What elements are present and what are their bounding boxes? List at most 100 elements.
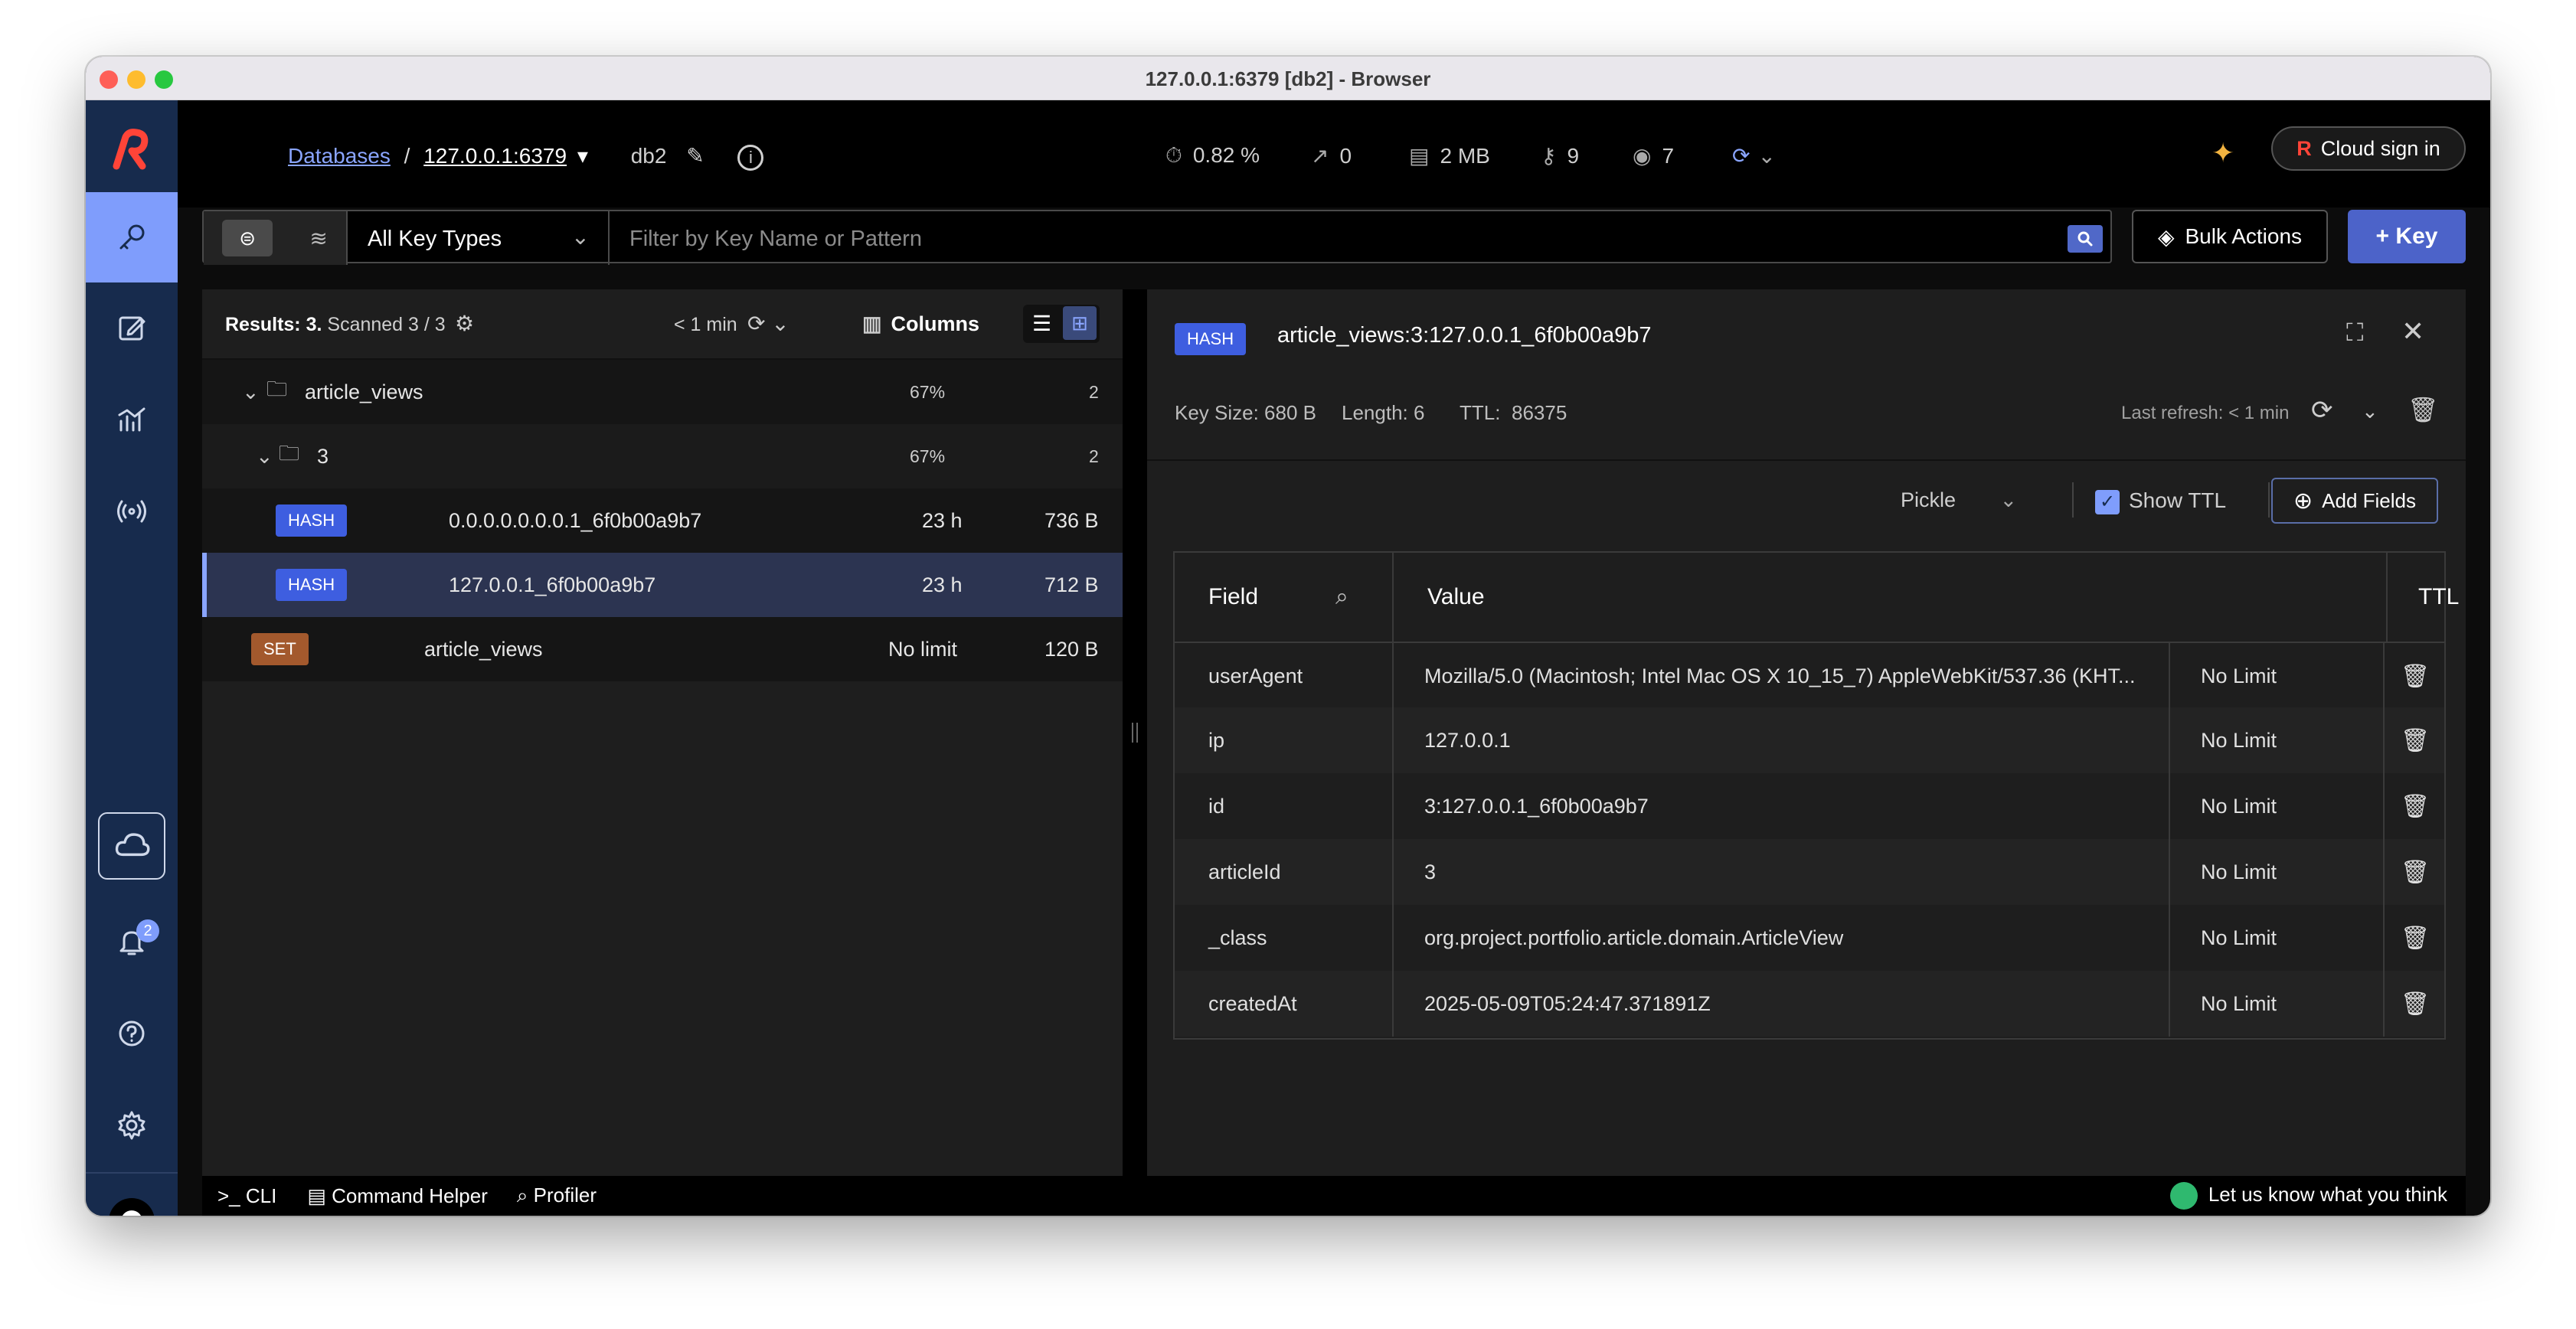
type-badge: SET	[251, 633, 309, 665]
cloud-button[interactable]	[98, 812, 165, 880]
columns-button[interactable]: ▥ Columns	[862, 312, 979, 336]
breadcrumb-separator: /	[404, 144, 410, 168]
key-small-icon: ⚷	[1541, 144, 1557, 168]
show-ttl-checkbox[interactable]: ✓ Show TTL	[2095, 488, 2226, 514]
delete-field-icon[interactable]: 🗑	[2385, 773, 2446, 839]
tree-key-row-selected[interactable]: HASH 127.0.0.1_6f0b00a9b7 23 h 712 B	[202, 553, 1123, 617]
broadcast-icon	[117, 500, 146, 523]
redis-logo-icon[interactable]	[109, 126, 156, 174]
results-toolbar: Results: 3. Scanned 3 / 3 ⚙ < 1 min ⟳ ⌄ …	[202, 289, 1123, 360]
search-icon[interactable]: ⌕	[1335, 584, 1348, 610]
layers-icon: ◈	[2157, 224, 2175, 249]
table-row[interactable]: _class org.project.portfolio.article.dom…	[1175, 905, 2444, 971]
panel-resizer[interactable]	[1123, 289, 1147, 1179]
profiler-button[interactable]: ⌕ Profiler	[517, 1184, 597, 1208]
info-icon[interactable]: i	[737, 144, 764, 171]
sidebar-item-browser[interactable]	[86, 192, 178, 282]
scan-more-icon[interactable]: ⚙	[455, 311, 474, 336]
delete-field-icon[interactable]: 🗑	[2385, 839, 2446, 905]
notifications-button[interactable]	[86, 896, 178, 987]
key-type-select[interactable]: All Key Types ⌄	[349, 211, 610, 265]
github-button[interactable]	[109, 1198, 155, 1216]
tree-key-row[interactable]: SET article_views No limit 120 B	[202, 617, 1123, 681]
cloud-icon	[115, 833, 150, 857]
sidebar-item-pubsub[interactable]	[86, 466, 178, 557]
folder-icon: 🗀	[279, 442, 299, 465]
pencil-icon[interactable]: ✎	[686, 144, 704, 168]
key-type-badge: HASH	[1175, 323, 1247, 355]
cloud-signin-button[interactable]: R Cloud sign in	[2271, 126, 2466, 171]
tree-view-icon[interactable]: ⊞	[1063, 306, 1097, 340]
table-row[interactable]: articleId 3 No Limit 🗑	[1175, 839, 2444, 905]
toolbar-divider	[2268, 482, 2270, 518]
column-header-value: Value	[1394, 553, 2388, 642]
ai-sparkle-icon[interactable]: ✦	[2212, 137, 2234, 169]
delete-field-icon[interactable]: 🗑	[2385, 971, 2446, 1037]
key-filter-input[interactable]: Filter by Key Name or Pattern	[629, 227, 922, 252]
last-refresh-text: < 1 min	[674, 314, 737, 335]
refresh-keys-button[interactable]: ⟳ ⌄	[747, 311, 789, 336]
chevron-down-icon: ⌄	[242, 380, 260, 403]
profiler-icon: ⌕	[516, 1184, 534, 1207]
close-icon[interactable]: ✕	[2401, 315, 2424, 348]
chevron-down-icon[interactable]: ▾	[577, 144, 588, 168]
table-row[interactable]: createdAt 2025-05-09T05:24:47.371891Z No…	[1175, 971, 2444, 1037]
command-helper-button[interactable]: ▤ Command Helper	[307, 1184, 488, 1208]
key-ttl-value[interactable]: 86375	[1512, 401, 1567, 425]
column-header-ttl: TTL	[2388, 553, 2490, 642]
breadcrumb-host[interactable]: 127.0.0.1:6379	[423, 144, 567, 168]
sidebar-item-workbench[interactable]	[86, 282, 178, 373]
folder-icon: 🗀	[266, 377, 287, 400]
column-header-field[interactable]: Field ⌕	[1175, 553, 1394, 642]
fullscreen-icon[interactable]: ⛶	[2346, 318, 2363, 348]
feedback-link[interactable]: Let us know what you think	[2169, 1182, 2447, 1210]
key-details-panel: HASH article_views:3:127.0.0.1_6f0b00a9b…	[1147, 289, 2466, 1179]
add-key-button[interactable]: + Key	[2348, 210, 2466, 263]
tree-folder-row[interactable]: ⌄ 🗀 article_views 67% 2	[202, 360, 1123, 424]
search-button[interactable]	[2068, 225, 2103, 253]
table-row[interactable]: userAgent Mozilla/5.0 (Macintosh; Intel …	[1175, 642, 2446, 709]
analytics-icon	[118, 407, 145, 432]
tree-key-row[interactable]: HASH 0.0.0.0.0.0.0.1_6f0b00a9b7 23 h 736…	[202, 488, 1123, 553]
key-icon	[119, 224, 145, 250]
feedback-icon	[2169, 1182, 2198, 1210]
filter-bar: ⊜ ≋ All Key Types ⌄ Filter by Key Name o…	[202, 210, 2117, 265]
delete-field-icon[interactable]: 🗑	[2385, 905, 2446, 971]
table-row[interactable]: id 3:127.0.0.1_6f0b00a9b7 No Limit 🗑	[1175, 773, 2444, 839]
add-fields-button[interactable]: ⊕ Add Fields	[2271, 478, 2438, 524]
table-row[interactable]: ip 127.0.0.1 No Limit 🗑	[1175, 707, 2444, 773]
columns-icon: ▥	[862, 312, 882, 335]
refresh-icon: ⟳	[1732, 144, 1751, 168]
filter-icon[interactable]: ⊜	[222, 220, 273, 256]
breadcrumb-databases-link[interactable]: Databases	[288, 144, 391, 168]
gear-icon	[118, 1111, 145, 1140]
stat-cpu: ⏱ 0.82 %	[1165, 143, 1260, 167]
cpu-icon: ⏱	[1165, 143, 1182, 167]
auto-refresh-toggle[interactable]: ⟳ ⌄	[1732, 143, 1776, 168]
results-summary: Results: 3. Scanned 3 / 3	[225, 314, 446, 335]
format-select[interactable]: Pickle ⌄	[1901, 488, 2017, 512]
settings-button[interactable]	[86, 1080, 178, 1171]
tree-folder-row[interactable]: ⌄ 🗀 3 67% 2	[202, 424, 1123, 488]
delete-key-icon[interactable]: 🗑	[2408, 395, 2439, 424]
vector-search-icon[interactable]: ≋	[309, 226, 327, 251]
checkbox-check-icon: ✓	[2095, 489, 2120, 514]
cli-button[interactable]: >_ CLI	[217, 1184, 276, 1208]
window-title: 127.0.0.1:6379 [db2] - Browser	[1145, 67, 1431, 90]
delete-field-icon[interactable]: 🗑	[2385, 643, 2446, 709]
memory-icon: ▤	[1409, 144, 1430, 168]
chevron-down-icon: ⌄	[1999, 488, 2018, 511]
hash-fields-table: Field ⌕ Value TTL userAgent Mozilla/5.0 …	[1173, 551, 2459, 1040]
chevron-down-icon[interactable]: ⌄	[2362, 400, 2378, 423]
resize-handle-icon	[1132, 723, 1138, 743]
sidebar-item-analysis[interactable]	[86, 374, 178, 465]
key-name[interactable]: article_views:3:127.0.0.1_6f0b00a9b7	[1277, 323, 1652, 348]
refresh-key-button[interactable]: ⟳	[2311, 395, 2333, 426]
delete-field-icon[interactable]: 🗑	[2385, 707, 2446, 773]
document-icon: ▤	[307, 1184, 332, 1207]
list-view-icon[interactable]: ☰	[1032, 311, 1051, 336]
help-button[interactable]	[86, 988, 178, 1079]
bulk-actions-button[interactable]: ◈ Bulk Actions	[2132, 210, 2328, 263]
sidebar-divider	[86, 1172, 178, 1174]
last-refresh-label: Last refresh: < 1 min	[2121, 403, 2290, 423]
